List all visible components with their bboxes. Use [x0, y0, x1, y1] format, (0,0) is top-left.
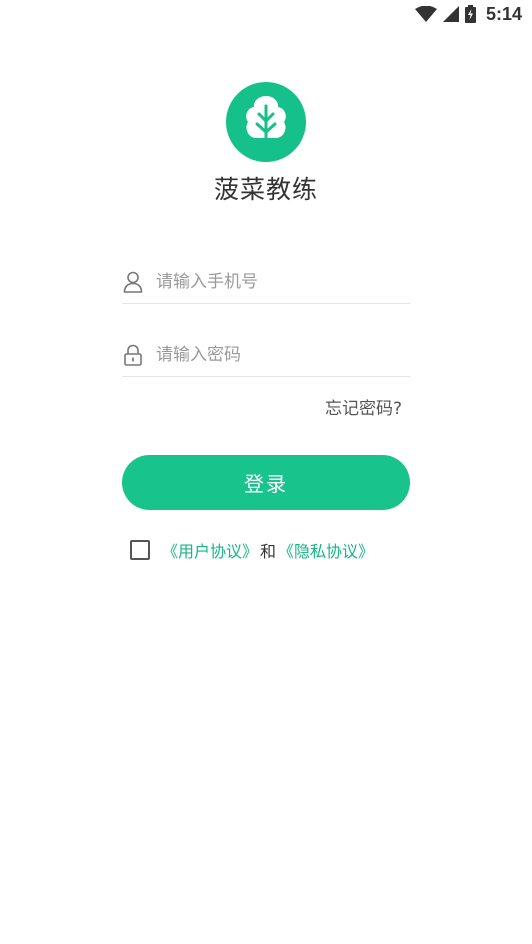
agreement-row: 《用户协议》 和 《隐私协议》 — [130, 538, 374, 562]
status-bar: 5:14 — [0, 0, 532, 28]
password-field — [122, 333, 410, 377]
battery-charging-icon — [464, 5, 476, 23]
phone-input[interactable] — [156, 271, 410, 292]
login-button[interactable]: 登录 — [122, 455, 410, 510]
lock-icon — [122, 344, 144, 366]
agreement-conjunction: 和 — [260, 542, 277, 561]
signal-icon — [442, 6, 459, 22]
password-input[interactable] — [156, 344, 410, 365]
forgot-password-link[interactable]: 忘记密码? — [325, 394, 402, 419]
login-screen: 5:14 菠菜教练 请输入手机号 忘记密码? 登录 《用户协议》 和 《隐私协议… — [0, 0, 532, 944]
leaf-icon — [243, 94, 289, 150]
agreement-checkbox[interactable] — [130, 540, 150, 560]
user-agreement-link[interactable]: 《用户协议》 — [162, 538, 258, 562]
app-logo — [226, 82, 306, 162]
wifi-icon — [414, 6, 437, 22]
app-name: 菠菜教练 — [213, 175, 318, 204]
status-time: 5:14 — [485, 3, 522, 24]
phone-field — [122, 260, 410, 304]
privacy-policy-link[interactable]: 《隐私协议》 — [278, 538, 374, 562]
user-icon — [122, 271, 144, 293]
